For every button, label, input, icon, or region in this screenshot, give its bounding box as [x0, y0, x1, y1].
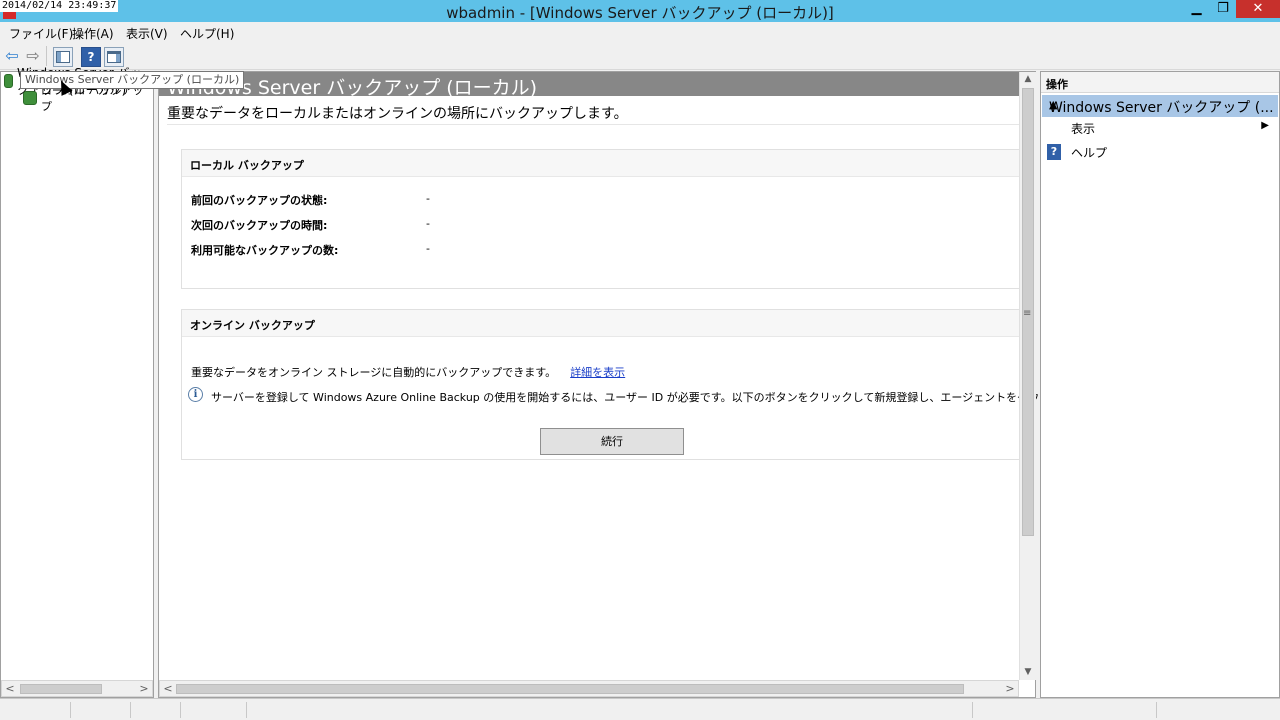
status-divider	[1156, 702, 1157, 718]
tree-pane: Windows Server バックアップ (ローカル) ローカル バックアップ	[0, 66, 154, 698]
scroll-up-arrow-icon[interactable]: ▲	[1020, 72, 1036, 87]
menu-file[interactable]: ファイル(F)	[9, 25, 73, 42]
status-divider	[70, 702, 71, 718]
clock-overlay: 2014/02/14 23:49:37	[0, 0, 119, 12]
center-horizontal-scrollbar[interactable]: < >	[159, 680, 1019, 697]
tree-item-local-backup[interactable]: ローカル バックアップ	[23, 84, 153, 113]
menu-action[interactable]: 操作(A)	[72, 25, 114, 42]
available-backups-label: 利用可能なバックアップの数:	[191, 244, 339, 257]
local-backup-section: ローカル バックアップ 前回のバックアップの状態: - 次回のバックアップの時間…	[181, 149, 1019, 289]
local-backup-header: ローカル バックアップ	[182, 150, 1019, 177]
online-backup-header: オンライン バックアップ	[182, 310, 1019, 337]
online-text: 重要なデータをオンライン ストレージに自動的にバックアップできます。	[191, 366, 557, 379]
help-icon: ?	[1047, 144, 1061, 160]
info-text: サーバーを登録して Windows Azure Online Backup の使…	[211, 391, 1160, 404]
back-arrow-icon[interactable]: ⇦	[4, 47, 20, 65]
online-backup-section: オンライン バックアップ 重要なデータをオンライン ストレージに自動的にバックア…	[181, 309, 1159, 460]
center-pane: Windows Server バックアップ (ローカル) 重要なデータをローカル…	[158, 71, 1159, 698]
info-icon: i	[188, 387, 203, 402]
scroll-left-arrow-icon[interactable]: <	[160, 681, 176, 696]
tooltip: Windows Server バックアップ (ローカル)	[20, 71, 245, 89]
status-divider	[180, 702, 181, 718]
action-help[interactable]: ヘルプ	[1071, 144, 1107, 161]
minimize-button[interactable]: ▁	[1183, 0, 1210, 18]
tree-horizontal-scrollbar[interactable]: < >	[1, 680, 153, 697]
available-backups-value: -	[426, 242, 430, 255]
scroll-right-arrow-icon[interactable]: >	[136, 681, 152, 696]
scroll-thumb[interactable]	[20, 684, 102, 694]
menu-help[interactable]: ヘルプ(H)	[180, 25, 234, 42]
scroll-down-arrow-icon[interactable]: ▼	[1020, 665, 1036, 680]
center-vertical-scrollbar[interactable]: ▲ ≡ ▼	[1019, 72, 1036, 680]
backup-icon	[4, 74, 13, 88]
close-button[interactable]: ✕	[1236, 0, 1280, 18]
forward-arrow-icon[interactable]: ⇨	[25, 47, 41, 65]
local-backup-title: ローカル バックアップ	[190, 159, 304, 172]
collapse-caret-icon[interactable]: ▲	[1049, 98, 1271, 111]
scroll-left-arrow-icon[interactable]: <	[2, 681, 18, 696]
center-description: 重要なデータをローカルまたはオンラインの場所にバックアップします。	[167, 106, 628, 122]
submenu-arrow-icon: ▶	[1261, 120, 1269, 131]
next-backup-value: -	[426, 217, 430, 230]
actions-pane: 操作 Windows Server バックアップ (... ▲ 表示 ▶ ? ヘ…	[1040, 71, 1280, 698]
status-divider	[972, 702, 973, 718]
scroll-right-arrow-icon[interactable]: >	[1002, 681, 1018, 696]
toolbar-separator	[46, 46, 47, 66]
online-backup-title: オンライン バックアップ	[190, 319, 315, 332]
status-divider	[246, 702, 247, 718]
actions-group-windows-server-backup[interactable]: Windows Server バックアップ (... ▲	[1042, 95, 1278, 117]
menu-view[interactable]: 表示(V)	[126, 25, 168, 42]
divider	[167, 124, 1019, 125]
window-title: wbadmin - [Windows Server バックアップ (ローカル)]	[446, 4, 834, 22]
status-bar	[0, 698, 1280, 720]
action-view[interactable]: 表示	[1071, 120, 1095, 137]
title-bar: wbadmin - [Windows Server バックアップ (ローカル)]…	[0, 0, 1280, 22]
toolbar: ⇦ ⇨ ?	[0, 42, 1280, 70]
scroll-grip-icon: ≡	[1023, 308, 1032, 319]
center-header: Windows Server バックアップ (ローカル)	[159, 72, 1019, 99]
scroll-thumb[interactable]	[176, 684, 964, 694]
flag-icon	[3, 12, 16, 19]
details-link[interactable]: 詳細を表示	[570, 366, 625, 379]
actions-header: 操作	[1041, 72, 1279, 93]
online-description: 重要なデータをオンライン ストレージに自動的にバックアップできます。 詳細を表示	[191, 364, 625, 380]
status-divider	[130, 702, 131, 718]
last-backup-label: 前回のバックアップの状態:	[191, 194, 328, 207]
actions-title: 操作	[1046, 78, 1068, 91]
restore-button[interactable]: ❐	[1210, 0, 1236, 18]
last-backup-value: -	[426, 192, 430, 205]
local-backup-icon	[23, 91, 37, 105]
menu-bar: ファイル(F) 操作(A) 表示(V) ヘルプ(H)	[0, 22, 1280, 42]
next-backup-label: 次回のバックアップの時間:	[191, 219, 328, 232]
continue-button[interactable]: 続行	[540, 428, 684, 455]
